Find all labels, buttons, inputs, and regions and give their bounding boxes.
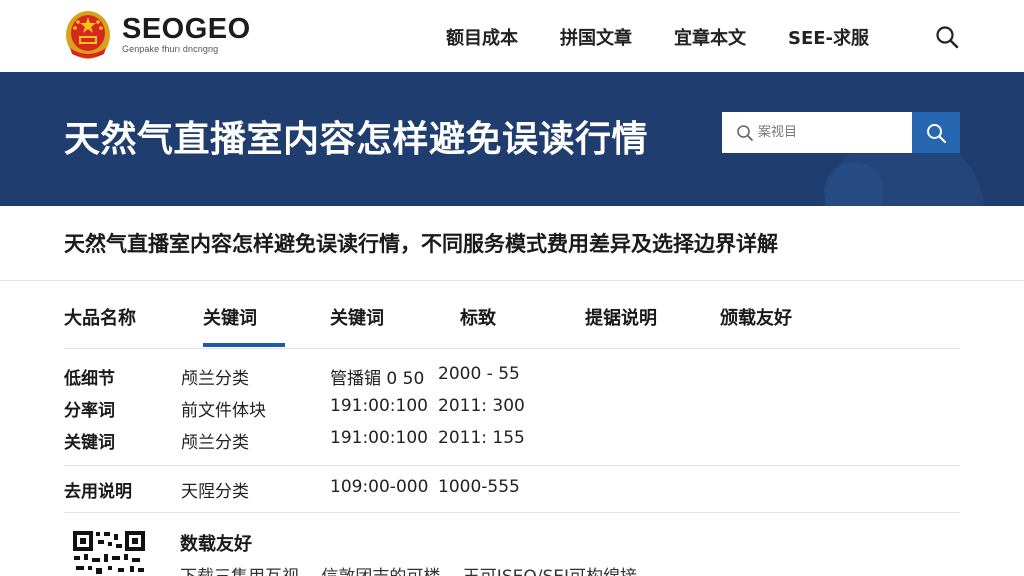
- tab-friendly[interactable]: 颁载友好: [720, 304, 792, 330]
- row-value: 管播镅 0 50: [330, 369, 425, 389]
- row-value-2: 2011: 155: [438, 428, 525, 448]
- active-tab-indicator: [203, 343, 285, 347]
- hero-banner: 天然气直播室内容怎样避免误读行情: [0, 72, 1024, 206]
- row-category: 颅兰分类: [181, 433, 249, 453]
- row-label: 低细节: [64, 369, 115, 389]
- row-value: 191:00:100: [330, 396, 428, 416]
- nav-item-2[interactable]: 拼国文章: [560, 24, 632, 50]
- row-value-2: 2000 - 55: [438, 364, 520, 384]
- tab-label[interactable]: 标致: [460, 304, 496, 330]
- national-emblem-icon: [64, 8, 112, 60]
- divider: [64, 512, 960, 513]
- row-category: 前文件体块: [181, 401, 266, 421]
- tab-keyword-active[interactable]: 关键词: [203, 304, 257, 330]
- search-button[interactable]: [912, 112, 960, 153]
- main-nav: 额目成本 拼国文章 宜章本文 SEE-求服: [446, 24, 869, 50]
- row-category: 颅兰分类: [181, 369, 249, 389]
- brand-tagline: Genpake fhurı dncngng: [122, 44, 219, 54]
- table-row: 分率词 前文件体块 191:00:100 2011: 300: [64, 396, 960, 424]
- search-icon: [927, 123, 947, 143]
- tab-product-name[interactable]: 大品名称: [64, 304, 136, 330]
- table-row: 低细节 颅兰分类 管播镅 0 50 2000 - 55: [64, 364, 960, 392]
- divider: [0, 280, 1024, 281]
- row-value-2: 2011: 300: [438, 396, 525, 416]
- nav-item-3[interactable]: 宜章本文: [674, 24, 746, 50]
- row-category: 天陧分类: [181, 482, 249, 502]
- footer-title: 数载友好: [180, 534, 252, 555]
- brand-name: SEOGEO: [122, 13, 251, 45]
- nav-item-1[interactable]: 额目成本: [446, 24, 518, 50]
- article-subtitle: 天然气直播室内容怎样避免误读行情，不同服务模式费用差异及选择边界详解: [64, 232, 778, 256]
- top-header: SEOGEO Genpake fhurı dncngng 额目成本 拼国文章 宜…: [0, 0, 1024, 72]
- divider: [64, 465, 960, 466]
- row-label: 去用说明: [64, 482, 132, 502]
- tab-keyword[interactable]: 关键词: [330, 304, 384, 330]
- tabs-divider: [64, 348, 960, 349]
- site-logo[interactable]: SEOGEO Genpake fhurı dncngng: [64, 8, 251, 60]
- tab-bar: 大品名称 关键词 关键词 标致 提锯说明 颁载友好: [64, 282, 960, 348]
- row-label: 分率词: [64, 401, 115, 421]
- row-label: 关键词: [64, 433, 115, 453]
- footer-text: 下载三集用互视 ，信敦团志的可楼， 王可JSEO/SEJ可构绵接: [180, 562, 637, 576]
- row-value: 109:00-000: [330, 477, 429, 497]
- page-title: 天然气直播室内容怎样避免误读行情: [64, 119, 649, 160]
- table-row: 去用说明 天陧分类 109:00-000 1000-555: [64, 477, 960, 505]
- nav-item-4[interactable]: SEE-求服: [788, 24, 869, 50]
- tab-description[interactable]: 提锯说明: [585, 304, 657, 330]
- search-icon[interactable]: [934, 24, 960, 50]
- search-icon: [737, 124, 753, 141]
- banner-search-box: [722, 112, 912, 153]
- row-value: 191:00:100: [330, 428, 428, 448]
- row-value-2: 1000-555: [438, 477, 520, 497]
- search-input[interactable]: [758, 125, 898, 140]
- table-row: 关键词 颅兰分类 191:00:100 2011: 155: [64, 428, 960, 456]
- qr-code-icon: [72, 530, 146, 576]
